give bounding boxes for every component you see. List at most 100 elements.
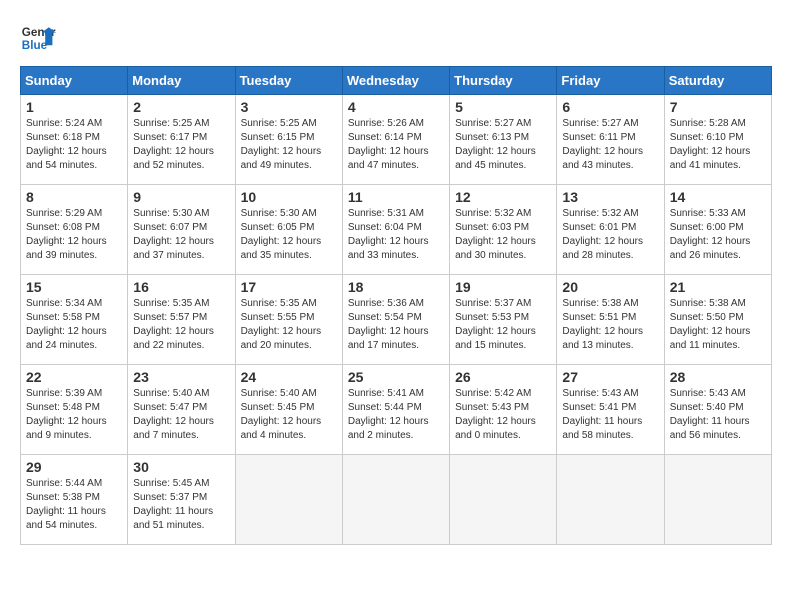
cell-info: Sunrise: 5:42 AMSunset: 5:43 PMDaylight:… [455, 388, 536, 441]
cell-info: Sunrise: 5:38 AMSunset: 5:50 PMDaylight:… [670, 298, 751, 351]
calendar-cell [557, 455, 664, 545]
calendar-cell: 15 Sunrise: 5:34 AMSunset: 5:58 PMDaylig… [21, 275, 128, 365]
calendar-cell: 25 Sunrise: 5:41 AMSunset: 5:44 PMDaylig… [342, 365, 449, 455]
cell-info: Sunrise: 5:34 AMSunset: 5:58 PMDaylight:… [26, 298, 107, 351]
day-number: 8 [26, 189, 122, 205]
day-number: 6 [562, 99, 658, 115]
cell-info: Sunrise: 5:41 AMSunset: 5:44 PMDaylight:… [348, 388, 429, 441]
cell-info: Sunrise: 5:29 AMSunset: 6:08 PMDaylight:… [26, 208, 107, 261]
day-number: 15 [26, 279, 122, 295]
day-number: 2 [133, 99, 229, 115]
calendar-cell [450, 455, 557, 545]
day-number: 11 [348, 189, 444, 205]
day-number: 26 [455, 369, 551, 385]
day-number: 4 [348, 99, 444, 115]
day-number: 29 [26, 459, 122, 475]
calendar-cell: 24 Sunrise: 5:40 AMSunset: 5:45 PMDaylig… [235, 365, 342, 455]
day-number: 27 [562, 369, 658, 385]
cell-info: Sunrise: 5:43 AMSunset: 5:40 PMDaylight:… [670, 388, 750, 441]
day-number: 30 [133, 459, 229, 475]
cell-info: Sunrise: 5:36 AMSunset: 5:54 PMDaylight:… [348, 298, 429, 351]
calendar-cell [342, 455, 449, 545]
weekday-header-friday: Friday [557, 67, 664, 95]
calendar-cell: 27 Sunrise: 5:43 AMSunset: 5:41 PMDaylig… [557, 365, 664, 455]
day-number: 23 [133, 369, 229, 385]
calendar-cell [664, 455, 771, 545]
cell-info: Sunrise: 5:31 AMSunset: 6:04 PMDaylight:… [348, 208, 429, 261]
weekday-header-saturday: Saturday [664, 67, 771, 95]
cell-info: Sunrise: 5:28 AMSunset: 6:10 PMDaylight:… [670, 118, 751, 171]
day-number: 5 [455, 99, 551, 115]
day-number: 19 [455, 279, 551, 295]
calendar-cell: 11 Sunrise: 5:31 AMSunset: 6:04 PMDaylig… [342, 185, 449, 275]
cell-info: Sunrise: 5:25 AMSunset: 6:15 PMDaylight:… [241, 118, 322, 171]
calendar-cell: 26 Sunrise: 5:42 AMSunset: 5:43 PMDaylig… [450, 365, 557, 455]
cell-info: Sunrise: 5:25 AMSunset: 6:17 PMDaylight:… [133, 118, 214, 171]
calendar-cell: 8 Sunrise: 5:29 AMSunset: 6:08 PMDayligh… [21, 185, 128, 275]
cell-info: Sunrise: 5:30 AMSunset: 6:07 PMDaylight:… [133, 208, 214, 261]
weekday-header-row: SundayMondayTuesdayWednesdayThursdayFrid… [21, 67, 772, 95]
day-number: 1 [26, 99, 122, 115]
calendar-cell: 1 Sunrise: 5:24 AMSunset: 6:18 PMDayligh… [21, 95, 128, 185]
cell-info: Sunrise: 5:30 AMSunset: 6:05 PMDaylight:… [241, 208, 322, 261]
calendar-cell [235, 455, 342, 545]
calendar-cell: 19 Sunrise: 5:37 AMSunset: 5:53 PMDaylig… [450, 275, 557, 365]
cell-info: Sunrise: 5:32 AMSunset: 6:03 PMDaylight:… [455, 208, 536, 261]
day-number: 18 [348, 279, 444, 295]
calendar-cell: 10 Sunrise: 5:30 AMSunset: 6:05 PMDaylig… [235, 185, 342, 275]
day-number: 16 [133, 279, 229, 295]
cell-info: Sunrise: 5:37 AMSunset: 5:53 PMDaylight:… [455, 298, 536, 351]
weekday-header-wednesday: Wednesday [342, 67, 449, 95]
cell-info: Sunrise: 5:40 AMSunset: 5:47 PMDaylight:… [133, 388, 214, 441]
day-number: 3 [241, 99, 337, 115]
weekday-header-thursday: Thursday [450, 67, 557, 95]
day-number: 10 [241, 189, 337, 205]
calendar-week-5: 29 Sunrise: 5:44 AMSunset: 5:38 PMDaylig… [21, 455, 772, 545]
weekday-header-sunday: Sunday [21, 67, 128, 95]
calendar-week-3: 15 Sunrise: 5:34 AMSunset: 5:58 PMDaylig… [21, 275, 772, 365]
calendar-week-4: 22 Sunrise: 5:39 AMSunset: 5:48 PMDaylig… [21, 365, 772, 455]
calendar-cell: 2 Sunrise: 5:25 AMSunset: 6:17 PMDayligh… [128, 95, 235, 185]
cell-info: Sunrise: 5:33 AMSunset: 6:00 PMDaylight:… [670, 208, 751, 261]
logo: General Blue [20, 20, 56, 56]
cell-info: Sunrise: 5:27 AMSunset: 6:11 PMDaylight:… [562, 118, 643, 171]
calendar-cell: 7 Sunrise: 5:28 AMSunset: 6:10 PMDayligh… [664, 95, 771, 185]
cell-info: Sunrise: 5:40 AMSunset: 5:45 PMDaylight:… [241, 388, 322, 441]
calendar-cell: 5 Sunrise: 5:27 AMSunset: 6:13 PMDayligh… [450, 95, 557, 185]
calendar-cell: 4 Sunrise: 5:26 AMSunset: 6:14 PMDayligh… [342, 95, 449, 185]
day-number: 24 [241, 369, 337, 385]
cell-info: Sunrise: 5:35 AMSunset: 5:57 PMDaylight:… [133, 298, 214, 351]
logo-icon: General Blue [20, 20, 56, 56]
cell-info: Sunrise: 5:35 AMSunset: 5:55 PMDaylight:… [241, 298, 322, 351]
calendar-cell: 14 Sunrise: 5:33 AMSunset: 6:00 PMDaylig… [664, 185, 771, 275]
cell-info: Sunrise: 5:39 AMSunset: 5:48 PMDaylight:… [26, 388, 107, 441]
svg-text:Blue: Blue [22, 39, 48, 52]
calendar-week-1: 1 Sunrise: 5:24 AMSunset: 6:18 PMDayligh… [21, 95, 772, 185]
day-number: 21 [670, 279, 766, 295]
day-number: 22 [26, 369, 122, 385]
calendar-cell: 21 Sunrise: 5:38 AMSunset: 5:50 PMDaylig… [664, 275, 771, 365]
calendar-cell: 13 Sunrise: 5:32 AMSunset: 6:01 PMDaylig… [557, 185, 664, 275]
calendar-cell: 28 Sunrise: 5:43 AMSunset: 5:40 PMDaylig… [664, 365, 771, 455]
calendar-cell: 22 Sunrise: 5:39 AMSunset: 5:48 PMDaylig… [21, 365, 128, 455]
day-number: 28 [670, 369, 766, 385]
calendar-table: SundayMondayTuesdayWednesdayThursdayFrid… [20, 66, 772, 545]
calendar-cell: 9 Sunrise: 5:30 AMSunset: 6:07 PMDayligh… [128, 185, 235, 275]
day-number: 14 [670, 189, 766, 205]
weekday-header-monday: Monday [128, 67, 235, 95]
cell-info: Sunrise: 5:27 AMSunset: 6:13 PMDaylight:… [455, 118, 536, 171]
calendar-cell: 12 Sunrise: 5:32 AMSunset: 6:03 PMDaylig… [450, 185, 557, 275]
day-number: 12 [455, 189, 551, 205]
calendar-cell: 23 Sunrise: 5:40 AMSunset: 5:47 PMDaylig… [128, 365, 235, 455]
cell-info: Sunrise: 5:44 AMSunset: 5:38 PMDaylight:… [26, 478, 106, 531]
day-number: 9 [133, 189, 229, 205]
calendar-cell: 30 Sunrise: 5:45 AMSunset: 5:37 PMDaylig… [128, 455, 235, 545]
page-header: General Blue [20, 20, 772, 56]
day-number: 13 [562, 189, 658, 205]
calendar-cell: 17 Sunrise: 5:35 AMSunset: 5:55 PMDaylig… [235, 275, 342, 365]
day-number: 25 [348, 369, 444, 385]
cell-info: Sunrise: 5:24 AMSunset: 6:18 PMDaylight:… [26, 118, 107, 171]
calendar-week-2: 8 Sunrise: 5:29 AMSunset: 6:08 PMDayligh… [21, 185, 772, 275]
calendar-cell: 6 Sunrise: 5:27 AMSunset: 6:11 PMDayligh… [557, 95, 664, 185]
cell-info: Sunrise: 5:26 AMSunset: 6:14 PMDaylight:… [348, 118, 429, 171]
